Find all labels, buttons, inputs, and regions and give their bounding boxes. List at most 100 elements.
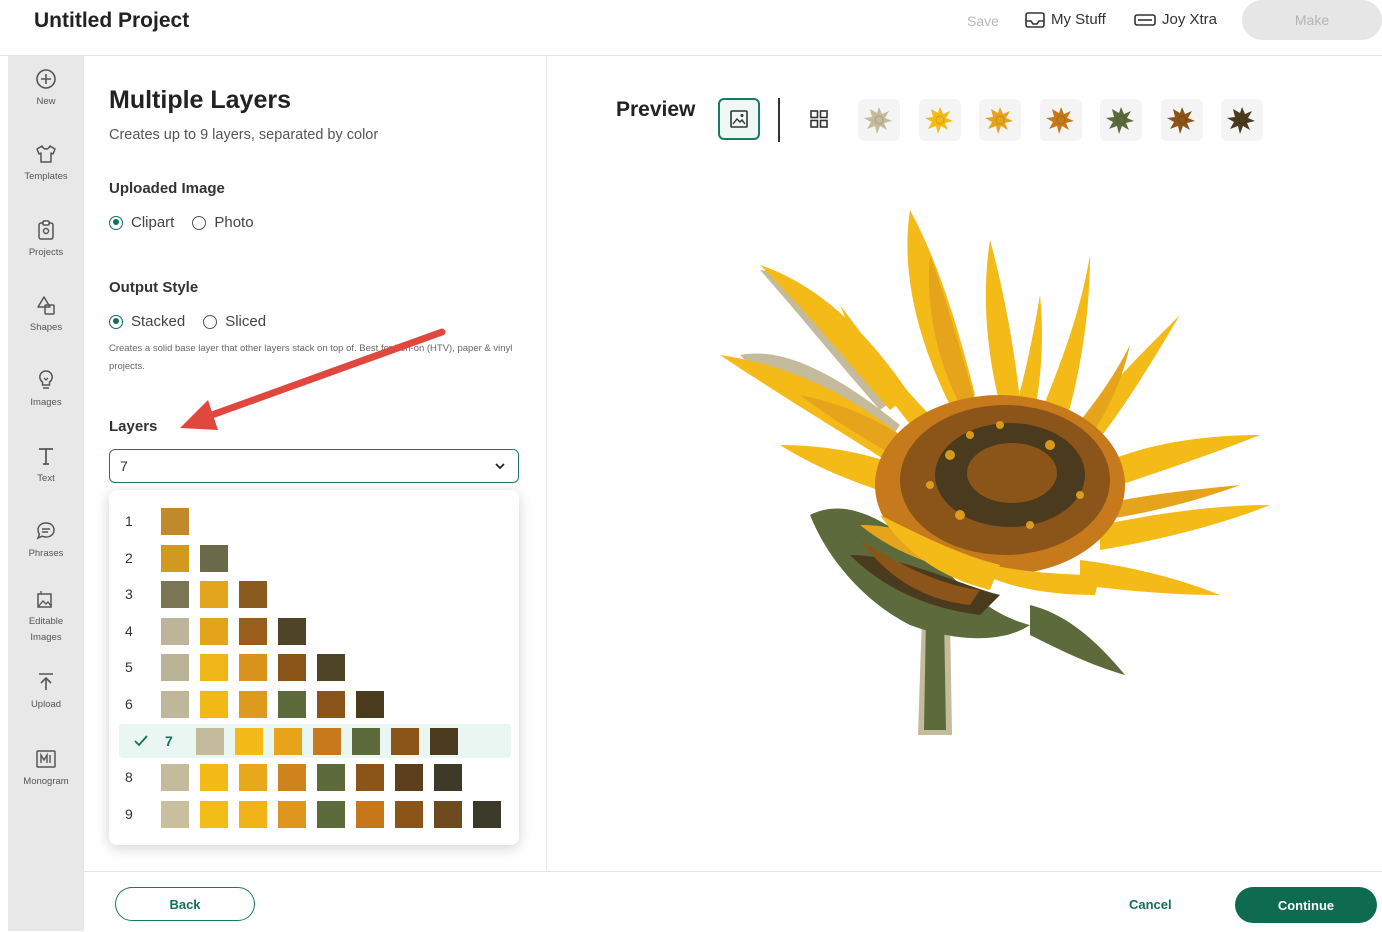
color-swatch xyxy=(391,727,419,755)
flower-layer-icon xyxy=(1227,107,1255,134)
photo-radio[interactable]: Photo xyxy=(192,214,254,231)
sidebar-item-editable-images[interactable]: Editable Images xyxy=(8,588,84,646)
color-swatch xyxy=(239,654,267,682)
image-type-group: Clipart Photo xyxy=(109,214,254,231)
cancel-button[interactable]: Cancel xyxy=(1129,897,1172,912)
sidebar-item-new[interactable]: New xyxy=(8,68,84,110)
layer-option-6[interactable]: 6 xyxy=(109,687,519,721)
multiple-layers-panel: Multiple Layers Creates up to 9 layers, … xyxy=(84,56,547,871)
panel-subtitle: Creates up to 9 layers, separated by col… xyxy=(109,127,379,143)
sidebar-item-text[interactable]: Text xyxy=(8,445,84,487)
color-swatch xyxy=(161,764,189,792)
layer-option-7[interactable]: 7 xyxy=(119,723,511,758)
color-swatch xyxy=(313,727,341,755)
color-swatch xyxy=(317,691,345,718)
color-swatch xyxy=(200,800,228,828)
inbox-icon xyxy=(1025,11,1045,28)
color-swatch xyxy=(395,764,423,792)
preview-grid-button[interactable] xyxy=(798,98,840,140)
layers-select[interactable]: 7 xyxy=(109,449,519,483)
preview-image-button[interactable] xyxy=(718,98,760,140)
my-stuff-button[interactable]: My Stuff xyxy=(1025,11,1106,28)
sidebar-item-phrases[interactable]: Phrases xyxy=(8,520,84,562)
layer-option-number: 2 xyxy=(125,549,133,566)
layer-thumbnail-3[interactable] xyxy=(979,99,1021,141)
layer-option-3[interactable]: 3 xyxy=(109,577,519,611)
sidebar-item-projects[interactable]: Projects xyxy=(8,219,84,261)
upload-icon xyxy=(39,673,53,690)
sunflower-preview-image xyxy=(720,210,1270,735)
sliced-radio[interactable]: Sliced xyxy=(203,313,266,330)
layers-dropdown: 1 2 3 4 5 6 7 8 9 xyxy=(109,490,519,845)
sidebar-item-images[interactable]: Images xyxy=(8,369,84,411)
color-swatch xyxy=(430,727,458,755)
layer-option-9[interactable]: 9 xyxy=(109,797,519,831)
sidebar-item-upload[interactable]: Upload xyxy=(8,671,84,713)
output-style-description: Creates a solid base layer that other la… xyxy=(109,343,513,372)
sidebar-item-label: Monogram xyxy=(23,776,69,787)
layer-thumbnail-2[interactable] xyxy=(918,99,961,141)
layer-option-2[interactable]: 2 xyxy=(109,541,519,575)
color-swatch xyxy=(278,764,306,792)
color-swatch xyxy=(200,581,228,609)
image-icon xyxy=(730,110,748,128)
clipart-radio[interactable]: Clipart xyxy=(109,214,174,231)
clipart-label: Clipart xyxy=(131,214,175,231)
color-swatch xyxy=(278,617,306,645)
editable-image-icon xyxy=(37,591,52,608)
sidebar-item-shapes[interactable]: Shapes xyxy=(8,294,84,336)
save-button[interactable]: Save xyxy=(967,13,999,29)
layer-thumbnail-7[interactable] xyxy=(1221,99,1263,141)
stacked-radio[interactable]: Stacked xyxy=(109,313,185,330)
layer-thumbnail-1[interactable] xyxy=(858,99,900,141)
sidebar-item-label: Phrases xyxy=(28,548,64,559)
layer-option-8[interactable]: 8 xyxy=(109,760,519,794)
sidebar-item-label: New xyxy=(36,96,56,107)
output-style-group: Stacked Sliced xyxy=(109,313,266,330)
my-stuff-label: My Stuff xyxy=(1051,11,1106,28)
color-swatch xyxy=(161,544,189,572)
preview-divider xyxy=(778,98,780,142)
layer-option-1[interactable]: 1 xyxy=(109,504,519,538)
color-swatch xyxy=(317,800,345,828)
continue-button[interactable]: Continue xyxy=(1235,887,1377,923)
joy-xtra-button[interactable]: Joy Xtra xyxy=(1134,11,1217,28)
joy-xtra-label: Joy Xtra xyxy=(1162,11,1218,28)
flower-layer-icon xyxy=(1045,107,1074,134)
bottom-bar: Back Cancel Continue xyxy=(84,871,1382,932)
sidebar-item-label: Projects xyxy=(28,247,64,258)
color-swatch xyxy=(239,764,267,792)
layer-thumbnail-6[interactable] xyxy=(1160,99,1203,141)
back-button[interactable]: Back xyxy=(115,887,255,921)
color-swatch xyxy=(161,691,189,718)
layer-option-5[interactable]: 5 xyxy=(109,650,519,684)
sidebar-item-label: Upload xyxy=(30,699,62,710)
layer-option-4[interactable]: 4 xyxy=(109,614,519,648)
plus-circle-icon xyxy=(36,69,56,89)
layer-thumbnail-5[interactable] xyxy=(1100,99,1142,141)
color-swatch xyxy=(200,654,228,682)
project-title[interactable]: Untitled Project xyxy=(34,9,189,33)
sidebar-item-monogram[interactable]: Monogram xyxy=(8,748,84,790)
layer-option-number: 3 xyxy=(125,586,133,603)
color-swatch xyxy=(434,800,462,828)
stacked-label: Stacked xyxy=(131,313,186,330)
flower-layer-icon xyxy=(1166,107,1195,134)
radio-selected-icon xyxy=(109,314,123,329)
make-button[interactable]: Make xyxy=(1242,0,1382,40)
flower-layer-icon xyxy=(1106,107,1134,134)
sidebar-item-templates[interactable]: Templates xyxy=(8,143,84,185)
sidebar-item-label: Images xyxy=(30,397,62,408)
panel-title: Multiple Layers xyxy=(109,86,291,114)
color-swatch xyxy=(352,727,380,755)
layer-thumbnail-4[interactable] xyxy=(1039,99,1082,141)
layer-option-number: 7 xyxy=(165,732,173,749)
color-swatch xyxy=(274,727,302,755)
color-swatch xyxy=(356,800,384,828)
color-swatch xyxy=(235,727,263,755)
grid-icon xyxy=(810,110,828,128)
checkmark-icon xyxy=(134,734,148,746)
color-swatch xyxy=(356,691,384,718)
preview-title: Preview xyxy=(616,98,696,121)
lightbulb-icon xyxy=(39,370,53,389)
